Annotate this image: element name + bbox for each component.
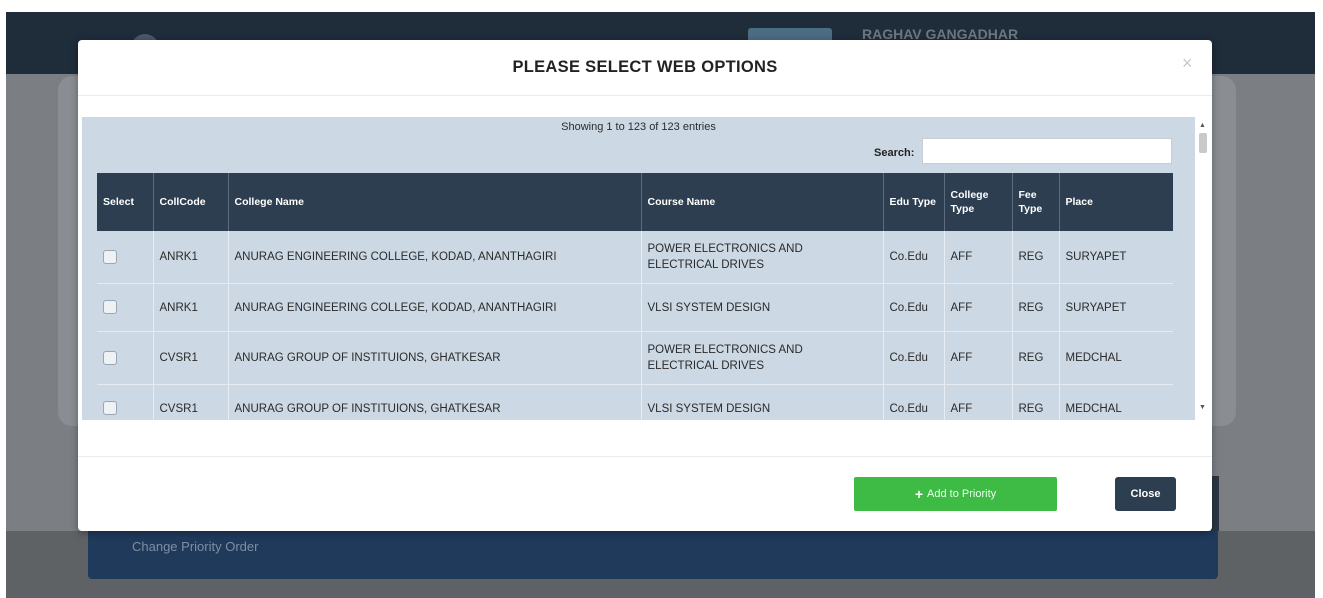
table-header-row: Select CollCode College Name Course Name…	[97, 173, 1173, 231]
college-type-cell: AFF	[944, 231, 1013, 284]
background-side-strip	[1211, 476, 1219, 531]
select-checkbox[interactable]	[103, 249, 117, 264]
select-cell	[97, 331, 154, 385]
close-button[interactable]: Close	[1115, 477, 1176, 511]
column-header-course-name[interactable]: Course Name	[641, 173, 884, 231]
plus-icon: +	[914, 486, 924, 502]
college-name-cell: ANURAG ENGINEERING COLLEGE, KODAD, ANANT…	[228, 283, 642, 332]
modal-title: PLEASE SELECT WEB OPTIONS	[512, 58, 778, 76]
edu-type-cell: Co.Edu	[883, 231, 945, 284]
scrollbar-thumb[interactable]	[1199, 133, 1207, 153]
place-cell: SURYAPET	[1059, 231, 1173, 284]
college-type-cell: AFF	[944, 384, 1013, 420]
collcode-cell: CVSR1	[153, 331, 229, 385]
background-panel-label: Change Priority Order	[132, 539, 259, 554]
search-label: Search:	[874, 147, 915, 159]
search-input[interactable]	[922, 138, 1172, 164]
column-header-college-name[interactable]: College Name	[228, 173, 642, 231]
course-name-cell: VLSI SYSTEM DESIGN	[641, 384, 884, 420]
scroll-up-arrow-icon[interactable]: ▲	[1199, 122, 1206, 129]
column-header-select[interactable]: Select	[97, 173, 154, 231]
vertical-scrollbar[interactable]: ▲ ▼	[1196, 117, 1210, 420]
edu-type-cell: Co.Edu	[883, 283, 945, 332]
fee-type-cell: REG	[1012, 384, 1060, 420]
web-options-modal: PLEASE SELECT WEB OPTIONS × Showing 1 to…	[78, 40, 1212, 531]
column-header-edu-type[interactable]: Edu Type	[883, 173, 945, 231]
add-to-priority-label: Add to Priority	[927, 488, 997, 500]
select-cell	[97, 231, 154, 284]
collcode-cell: ANRK1	[153, 231, 229, 284]
college-type-cell: AFF	[944, 283, 1013, 332]
modal-footer-divider	[78, 456, 1212, 457]
column-header-collcode[interactable]: CollCode	[153, 173, 229, 231]
add-to-priority-button[interactable]: + Add to Priority	[854, 477, 1057, 511]
select-checkbox[interactable]	[103, 401, 117, 416]
course-name-cell: POWER ELECTRONICS AND ELECTRICAL DRIVES	[641, 331, 884, 385]
select-checkbox[interactable]	[103, 350, 117, 365]
select-cell	[97, 384, 154, 420]
table-row: CVSR1 ANURAG GROUP OF INSTITUIONS, GHATK…	[97, 331, 1173, 385]
options-table: Select CollCode College Name Course Name…	[97, 173, 1173, 420]
college-type-cell: AFF	[944, 331, 1013, 385]
column-header-college-type[interactable]: College Type	[944, 173, 1013, 231]
select-cell	[97, 283, 154, 332]
fee-type-cell: REG	[1012, 231, 1060, 284]
table-row: ANRK1 ANURAG ENGINEERING COLLEGE, KODAD,…	[97, 231, 1173, 284]
course-name-cell: VLSI SYSTEM DESIGN	[641, 283, 884, 332]
table-row: ANRK1 ANURAG ENGINEERING COLLEGE, KODAD,…	[97, 283, 1173, 332]
college-name-cell: ANURAG GROUP OF INSTITUIONS, GHATKESAR	[228, 331, 642, 385]
top-strip	[0, 0, 1323, 12]
column-header-place[interactable]: Place	[1059, 173, 1173, 231]
scroll-down-arrow-icon[interactable]: ▼	[1199, 404, 1206, 411]
column-header-fee-type[interactable]: Fee Type	[1012, 173, 1060, 231]
edu-type-cell: Co.Edu	[883, 331, 945, 385]
collcode-cell: ANRK1	[153, 283, 229, 332]
entries-info: Showing 1 to 123 of 123 entries	[561, 121, 716, 133]
table-row: CVSR1 ANURAG GROUP OF INSTITUIONS, GHATK…	[97, 384, 1173, 420]
course-name-cell: POWER ELECTRONICS AND ELECTRICAL DRIVES	[641, 231, 884, 284]
select-checkbox[interactable]	[103, 300, 117, 315]
fee-type-cell: REG	[1012, 283, 1060, 332]
close-icon[interactable]: ×	[1182, 53, 1193, 74]
collcode-cell: CVSR1	[153, 384, 229, 420]
modal-header-divider	[78, 95, 1212, 96]
edu-type-cell: Co.Edu	[883, 384, 945, 420]
place-cell: MEDCHAL	[1059, 384, 1173, 420]
college-name-cell: ANURAG GROUP OF INSTITUIONS, GHATKESAR	[228, 384, 642, 420]
college-name-cell: ANURAG ENGINEERING COLLEGE, KODAD, ANANT…	[228, 231, 642, 284]
table-scroll-area[interactable]: Showing 1 to 123 of 123 entries Search: …	[82, 117, 1195, 420]
fee-type-cell: REG	[1012, 331, 1060, 385]
place-cell: MEDCHAL	[1059, 331, 1173, 385]
place-cell: SURYAPET	[1059, 283, 1173, 332]
